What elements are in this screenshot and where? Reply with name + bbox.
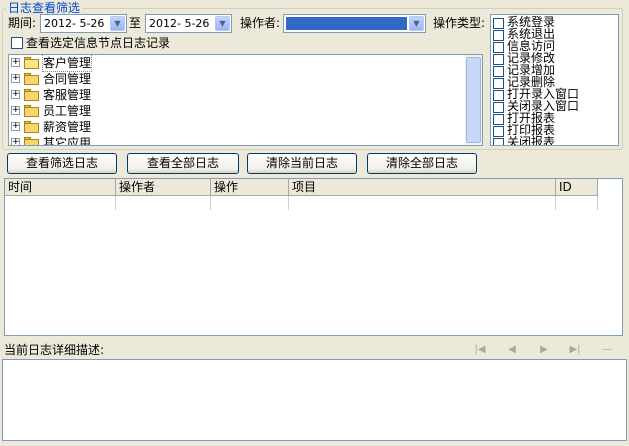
minus-icon[interactable]: — <box>600 344 614 356</box>
checkbox[interactable] <box>493 66 504 77</box>
chevron-down-icon[interactable]: ▼ <box>110 16 125 31</box>
expand-icon[interactable]: + <box>11 58 20 67</box>
tree-item[interactable]: + 合同管理 <box>9 71 466 87</box>
chevron-down-icon[interactable]: ▼ <box>215 16 230 31</box>
op-type-label: 关闭报表 <box>507 135 556 146</box>
tree-scroll-thumb[interactable] <box>466 57 481 143</box>
expand-icon[interactable]: + <box>11 74 20 83</box>
date-to-value: 2012- 5-26 <box>149 17 210 30</box>
checkbox[interactable] <box>493 126 504 137</box>
tree-item-label: 员工管理 <box>43 104 92 118</box>
operator-combo[interactable]: ▼ <box>283 14 426 33</box>
filter-group-title: 日志查看筛选 <box>6 1 83 15</box>
view-node-log-label: 查看选定信息节点日志记录 <box>26 36 171 50</box>
chevron-down-icon[interactable]: ▼ <box>409 16 424 31</box>
folder-icon <box>24 137 40 145</box>
op-type-list[interactable]: 系统登录 系统退出 信息访问 记录修改 记录增加 记录删除 打开录入窗口 关闭录… <box>490 14 619 146</box>
expand-icon[interactable]: + <box>11 138 20 145</box>
expand-icon[interactable]: + <box>11 90 20 99</box>
grid-divider <box>597 196 598 210</box>
prev-icon[interactable]: ◀ <box>505 344 519 356</box>
folder-icon <box>24 89 40 101</box>
grid-divider <box>555 196 556 210</box>
tree-item[interactable]: + 客户管理 <box>9 55 466 72</box>
checkbox[interactable] <box>493 138 504 145</box>
checkbox[interactable] <box>493 30 504 41</box>
view-filtered-log-button[interactable]: 查看筛选日志 <box>7 153 117 174</box>
folder-icon <box>24 121 40 133</box>
first-icon[interactable]: |◀ <box>473 344 487 356</box>
tree-item-label: 薪资管理 <box>43 120 92 134</box>
clear-all-log-button[interactable]: 清除全部日志 <box>367 153 477 174</box>
operator-selection <box>286 17 407 30</box>
to-label: 至 <box>129 16 142 30</box>
folder-icon <box>24 105 40 117</box>
date-from-value: 2012- 5-26 <box>44 17 105 30</box>
column-header-item[interactable]: 项目 <box>289 179 556 196</box>
column-header-operation[interactable]: 操作 <box>211 179 289 196</box>
grid-divider <box>288 196 289 210</box>
tree-item[interactable]: + 其它应用 <box>9 135 466 146</box>
view-node-log-checkbox[interactable] <box>11 37 23 49</box>
date-to-combo[interactable]: 2012- 5-26 ▼ <box>145 14 232 33</box>
column-header-time[interactable]: 时间 <box>5 179 116 196</box>
checkbox[interactable] <box>493 54 504 65</box>
view-all-log-button[interactable]: 查看全部日志 <box>127 153 239 174</box>
tree-item[interactable]: + 员工管理 <box>9 103 466 119</box>
folder-open-icon <box>24 57 40 69</box>
checkbox[interactable] <box>493 102 504 113</box>
log-detail-memo[interactable] <box>2 359 627 441</box>
tree-item-label: 合同管理 <box>43 72 92 86</box>
op-type-label: 操作类型: <box>433 16 486 30</box>
tree-scrollbar[interactable] <box>465 55 482 145</box>
operator-label: 操作者: <box>240 16 281 30</box>
tree-item-label: 客服管理 <box>43 88 92 102</box>
tree-item[interactable]: + 薪资管理 <box>9 119 466 135</box>
grid-divider <box>115 196 116 210</box>
checkbox[interactable] <box>493 18 504 29</box>
date-from-combo[interactable]: 2012- 5-26 ▼ <box>40 14 127 33</box>
grid-divider <box>210 196 211 210</box>
column-header-id[interactable]: ID <box>556 179 598 196</box>
column-header-operator[interactable]: 操作者 <box>116 179 211 196</box>
period-label: 期间: <box>8 16 37 30</box>
tree-item-label: 客户管理 <box>41 55 93 72</box>
detail-label: 当前日志详细描述: <box>4 343 105 357</box>
expand-icon[interactable]: + <box>11 106 20 115</box>
checkbox[interactable] <box>493 42 504 53</box>
checkbox[interactable] <box>493 114 504 125</box>
folder-icon <box>24 73 40 85</box>
module-tree[interactable]: + 客户管理 + 合同管理 + 客服管理 + 员工管理 + 薪资管理 + 其它应… <box>8 54 483 146</box>
last-icon[interactable]: ▶| <box>568 344 582 356</box>
tree-item[interactable]: + 客服管理 <box>9 87 466 103</box>
tree-item-label: 其它应用 <box>43 136 92 146</box>
expand-icon[interactable]: + <box>11 122 20 131</box>
next-icon[interactable]: ▶ <box>537 344 551 356</box>
log-grid[interactable]: 时间 操作者 操作 项目 ID <box>4 178 623 336</box>
checkbox[interactable] <box>493 78 504 89</box>
checkbox[interactable] <box>493 90 504 101</box>
clear-current-log-button[interactable]: 清除当前日志 <box>247 153 357 174</box>
